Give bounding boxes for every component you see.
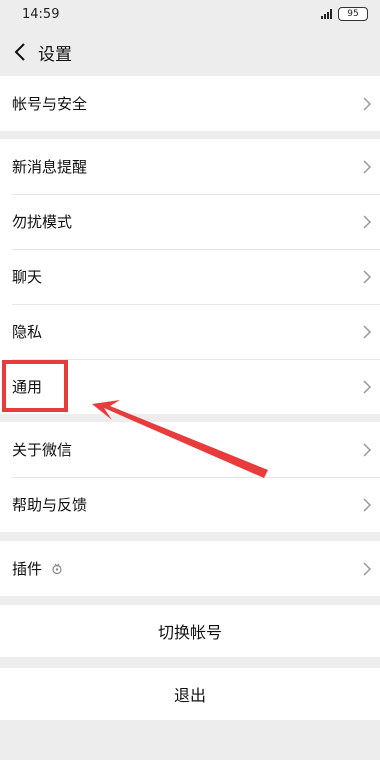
chevron-right-icon (363, 442, 372, 457)
logout-label: 退出 (173, 686, 206, 705)
settings-item-label: 帐号与安全 (12, 95, 88, 113)
status-time: 14:59 (22, 6, 60, 22)
battery-icon: 95 (338, 7, 368, 21)
settings-item-account-security[interactable]: 帐号与安全 (0, 76, 380, 131)
settings-item-label: 帮助与反馈 (12, 496, 88, 514)
settings-group-about: 关于微信 帮助与反馈 (0, 422, 380, 532)
chevron-right-icon (363, 379, 372, 394)
plugin-icon (52, 563, 62, 574)
signal-icon (321, 9, 332, 19)
logout-button[interactable]: 退出 (0, 668, 380, 720)
settings-item-plugins[interactable]: 插件 (0, 541, 380, 596)
chevron-right-icon (363, 159, 372, 174)
chevron-right-icon (363, 561, 372, 576)
settings-item-label: 勿扰模式 (12, 213, 73, 231)
settings-group-account: 帐号与安全 (0, 76, 380, 131)
nav-bar: 设置 (0, 28, 380, 76)
settings-item-general[interactable]: 通用 (0, 359, 380, 414)
settings-item-privacy[interactable]: 隐私 (0, 304, 380, 359)
page-title: 设置 (38, 44, 72, 65)
settings-item-label: 新消息提醒 (12, 158, 88, 176)
chevron-right-icon (363, 269, 372, 284)
settings-item-label: 通用 (12, 378, 43, 396)
settings-item-help-feedback[interactable]: 帮助与反馈 (0, 477, 380, 532)
settings-item-about-wechat[interactable]: 关于微信 (0, 422, 380, 477)
chevron-right-icon (363, 214, 372, 229)
settings-item-label: 聊天 (12, 268, 43, 286)
chevron-right-icon (363, 324, 372, 339)
switch-account-button[interactable]: 切换帐号 (0, 605, 380, 657)
settings-item-label: 插件 (12, 560, 43, 578)
settings-item-do-not-disturb[interactable]: 勿扰模式 (0, 194, 380, 249)
back-icon[interactable] (6, 38, 34, 66)
settings-item-label: 隐私 (12, 323, 43, 341)
status-bar: 14:59 95 (0, 0, 380, 28)
settings-item-label: 关于微信 (12, 441, 73, 459)
settings-item-new-message[interactable]: 新消息提醒 (0, 139, 380, 194)
battery-level: 95 (347, 9, 359, 19)
chevron-right-icon (363, 96, 372, 111)
settings-group-main: 新消息提醒 勿扰模式 聊天 隐私 通用 (0, 139, 380, 414)
settings-group-plugins: 插件 (0, 541, 380, 596)
status-icons: 95 (321, 7, 368, 21)
settings-item-chat[interactable]: 聊天 (0, 249, 380, 304)
chevron-right-icon (363, 497, 372, 512)
switch-account-label: 切换帐号 (157, 623, 222, 642)
